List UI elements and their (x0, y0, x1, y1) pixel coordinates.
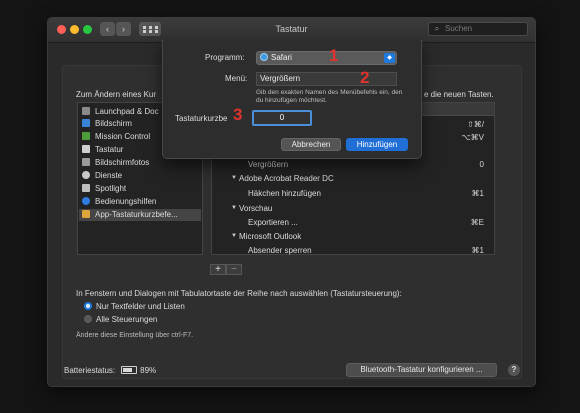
search-placeholder: Suchen (445, 24, 473, 33)
table-row[interactable]: Absender sperren ⌘1 (212, 244, 494, 257)
list-item[interactable]: Bedienungshilfen (82, 196, 156, 208)
screenshot-icon (82, 158, 90, 166)
app-shortcuts-icon (82, 210, 90, 218)
keyboard-icon (82, 145, 90, 153)
updown-arrows-icon: ◆ (384, 53, 395, 63)
gear-icon (82, 171, 90, 179)
keyboard-navigation-note: Ändere diese Einstellung über ctrl-F7. (76, 332, 194, 339)
launchpad-icon (82, 107, 90, 115)
help-button[interactable]: ? (508, 364, 520, 376)
list-item[interactable]: Dienste (82, 170, 122, 182)
list-item[interactable]: Spotlight (82, 183, 126, 195)
accessibility-icon (82, 197, 90, 205)
instructions-text-end: e die neuen Tasten. (424, 90, 494, 99)
list-item[interactable]: Bildschirm (82, 118, 132, 130)
configure-bluetooth-keyboard-button[interactable]: Bluetooth-Tastatur konfigurieren ... (346, 363, 497, 377)
cancel-button[interactable]: Abbrechen (281, 138, 341, 151)
shortcut-input[interactable]: 0 (252, 110, 312, 126)
battery-icon (121, 366, 138, 374)
menu-label: Menü: (225, 74, 248, 83)
add-shortcut-button[interactable]: + (210, 264, 226, 275)
search-field[interactable]: ⌕ Suchen (428, 22, 528, 36)
shortcut-label: Tastaturkurzbe (175, 114, 228, 123)
disclosure-triangle-icon[interactable]: ▼ (231, 172, 237, 185)
program-label: Programm: (205, 53, 245, 62)
list-item[interactable]: Tastatur (82, 144, 123, 156)
mission-control-icon (82, 132, 90, 140)
annotation-badge-1: 1 (329, 46, 339, 65)
table-row[interactable]: Häkchen hinzufügen ⌘1 (212, 187, 494, 200)
table-row-group[interactable]: ▼ Vorschau (212, 202, 494, 215)
list-item[interactable]: Launchpad & Doc (82, 106, 159, 118)
annotation-badge-2: 2 (360, 68, 370, 87)
disclosure-triangle-icon[interactable]: ▼ (231, 230, 237, 243)
add-button[interactable]: Hinzufügen (346, 138, 408, 151)
table-row[interactable]: Vergrößern 0 (212, 158, 494, 171)
keyboard-navigation-label: In Fenstern und Dialogen mit Tabulatorta… (76, 289, 402, 298)
radio-unselected-icon (84, 315, 92, 323)
safari-icon (260, 53, 268, 61)
remove-shortcut-button[interactable]: − (226, 264, 242, 275)
menu-title-help: Gib den exakten Namen des Menübefehls ei… (256, 89, 403, 104)
search-icon: ⌕ (434, 24, 440, 33)
spotlight-icon (82, 184, 90, 192)
annotation-badge-3: 3 (233, 105, 243, 124)
radio-all-controls[interactable]: Alle Steuerungen (84, 315, 157, 324)
radio-selected-icon (84, 302, 92, 310)
radio-text-fields-only[interactable]: Nur Textfelder und Listen (84, 302, 185, 311)
list-item[interactable]: Bildschirmfotos (82, 157, 149, 169)
program-popup[interactable]: Safari ◆ (256, 51, 397, 65)
menu-title-input[interactable]: Vergrößern (256, 72, 397, 86)
table-row[interactable]: Exportieren ... ⌘E (212, 216, 494, 229)
instructions-text: Zum Ändern eines Kur (76, 90, 157, 99)
display-icon (82, 119, 90, 127)
battery-status: Batteriestatus: 89% (64, 366, 157, 375)
list-item-selected[interactable]: App-Tastaturkurzbefe... (79, 209, 201, 221)
disclosure-triangle-icon[interactable]: ▼ (231, 202, 237, 215)
add-shortcut-sheet: Programm: Safari ◆ Menü: Vergrößern Gib … (162, 40, 422, 159)
list-item[interactable]: Mission Control (82, 131, 150, 143)
table-row-group[interactable]: ▼ Microsoft Outlook (212, 230, 494, 243)
table-row-group[interactable]: ▼ Adobe Acrobat Reader DC (212, 172, 494, 185)
